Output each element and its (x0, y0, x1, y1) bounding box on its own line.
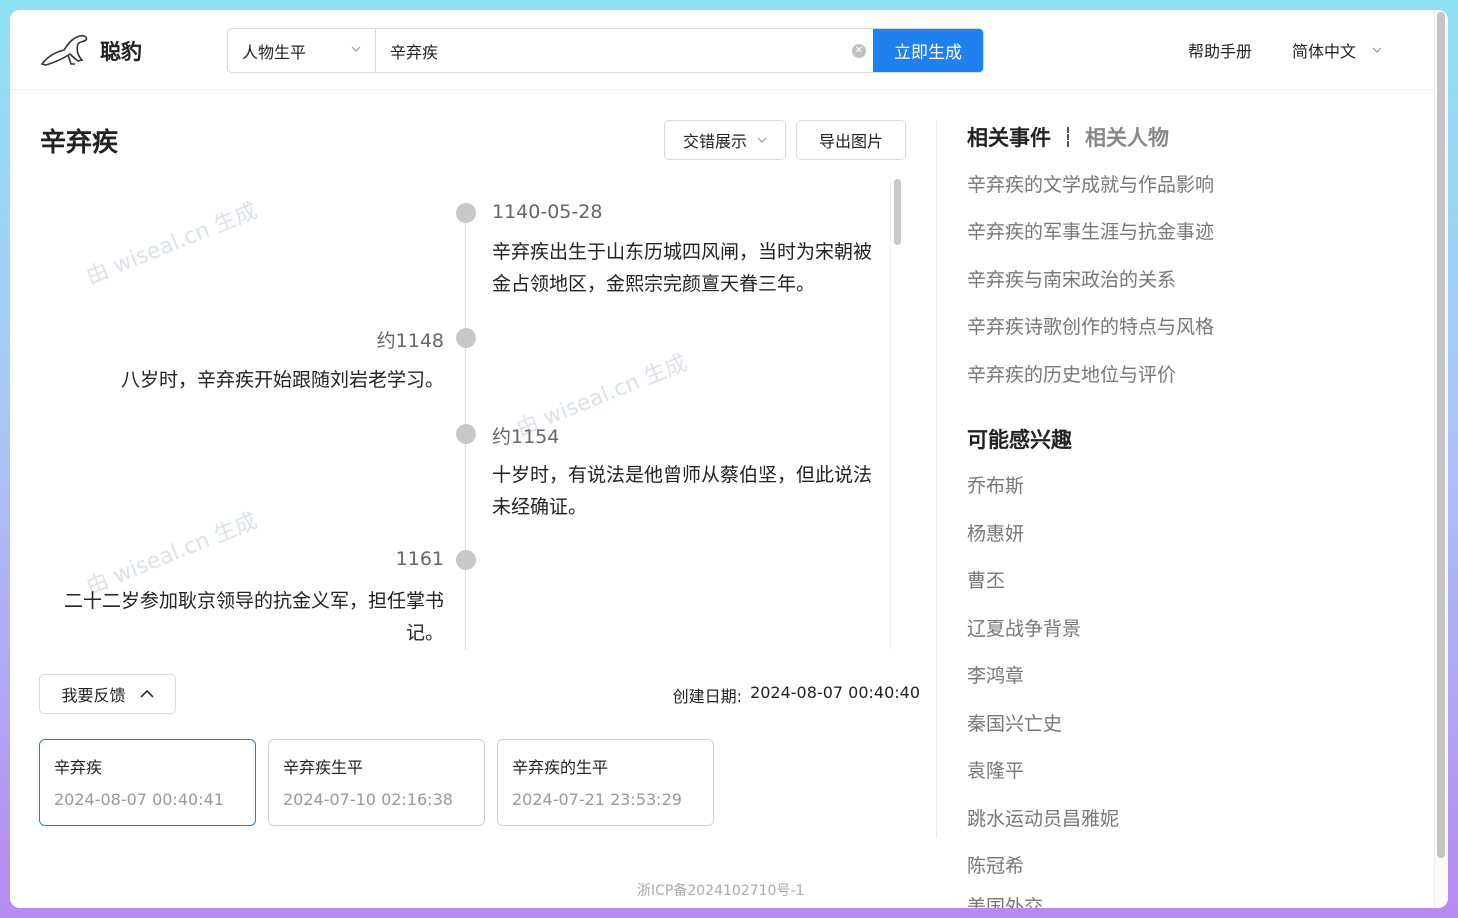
timeline: 由 wiseal.cn 生成 由 wiseal.cn 生成 由 wiseal.c… (40, 178, 906, 650)
layout-mode-select[interactable]: 交错展示 (664, 120, 786, 160)
history-card[interactable]: 辛弃疾 2024-08-07 00:40:41 (39, 739, 256, 826)
related-event-link[interactable]: 辛弃疾的军事生涯与抗金事迹 (967, 217, 1214, 244)
page-title: 辛弃疾 (40, 128, 119, 158)
timeline-text: 八岁时，辛弃疾开始跟随刘岩老学习。 (120, 369, 444, 391)
feedback-button[interactable]: 我要反馈 (39, 674, 176, 714)
created-label: 创建日期: (672, 687, 743, 706)
history-title: 辛弃疾生平 (283, 758, 364, 777)
app-window: 聪豹 人物生平 ✕ 立即生成 帮助手册 简体中文 辛弃疾 交错展示 导出图片 由… (10, 10, 1448, 908)
interest-link[interactable]: 秦国兴亡史 (967, 709, 1062, 736)
history-card[interactable]: 辛弃疾的生平 2024-07-21 23:53:29 (497, 739, 714, 826)
tab-separator (1067, 127, 1069, 147)
history-time: 2024-07-21 23:53:29 (512, 790, 682, 809)
timeline-text: 辛弃疾出生于山东历城四风闸，当时为宋朝被金占领地区，金熙宗完颜亶天眷三年。 (492, 241, 873, 295)
history-card[interactable]: 辛弃疾生平 2024-07-10 02:16:38 (268, 739, 485, 826)
interest-link[interactable]: 陈冠希 (967, 851, 1024, 878)
timeline-dot (456, 424, 476, 444)
created-value: 2024-08-07 00:40:40 (750, 683, 920, 702)
interest-heading: 可能感兴趣 (967, 428, 1072, 452)
history-title: 辛弃疾的生平 (512, 758, 609, 777)
tab-related-people[interactable]: 相关人物 (1085, 122, 1169, 152)
timeline-scrollbar[interactable] (890, 176, 904, 650)
chevron-down-icon (1372, 47, 1382, 53)
timeline-scroll-thumb[interactable] (894, 179, 901, 245)
interest-link[interactable]: 跳水运动员昌雅妮 (967, 804, 1119, 831)
language-value: 简体中文 (1292, 42, 1357, 61)
generate-button[interactable]: 立即生成 (873, 29, 983, 72)
chevron-down-icon (351, 46, 361, 52)
clear-search-button[interactable]: ✕ (845, 29, 873, 72)
timeline-date: 约1148 (376, 330, 444, 352)
logo[interactable]: 聪豹 (38, 30, 142, 72)
interest-link[interactable]: 杨惠妍 (967, 519, 1024, 546)
timeline-dot (456, 550, 476, 570)
timeline-dot (456, 328, 476, 348)
app-name: 聪豹 (100, 40, 142, 64)
related-event-link[interactable]: 辛弃疾的文学成就与作品影响 (967, 170, 1214, 197)
interest-link[interactable]: 辽夏战争背景 (967, 614, 1081, 641)
timeline-date: 约1154 (492, 426, 560, 448)
close-icon: ✕ (852, 43, 866, 58)
tab-related-events[interactable]: 相关事件 (967, 122, 1051, 152)
created-date: 创建日期: 2024-08-07 00:40:40 (673, 683, 920, 707)
timeline-dot (456, 203, 476, 223)
chevron-up-icon (139, 689, 154, 698)
language-select[interactable]: 简体中文 (1292, 38, 1382, 62)
panel-divider (936, 120, 937, 838)
help-link[interactable]: 帮助手册 (1188, 38, 1252, 62)
history-title: 辛弃疾 (54, 758, 103, 777)
chevron-down-icon (757, 137, 767, 143)
interest-link[interactable]: 曹丕 (967, 566, 1005, 593)
interest-link[interactable]: 美国外交 (967, 893, 1043, 908)
search-bar: 人物生平 ✕ 立即生成 (227, 28, 984, 73)
type-select-value: 人物生平 (242, 42, 307, 62)
related-tabs: 相关事件 相关人物 (967, 122, 1169, 152)
type-select[interactable]: 人物生平 (228, 29, 376, 72)
timeline-text: 十岁时，有说法是他曾师从蔡伯坚，但此说法未经确证。 (492, 464, 873, 518)
icp-footer[interactable]: 浙ICP备2024102710号-1 (637, 880, 804, 900)
related-event-link[interactable]: 辛弃疾诗歌创作的特点与风格 (967, 312, 1214, 339)
related-event-link[interactable]: 辛弃疾与南宋政治的关系 (967, 265, 1176, 292)
feedback-label: 我要反馈 (61, 686, 126, 705)
interest-link[interactable]: 乔布斯 (967, 471, 1024, 498)
layout-mode-value: 交错展示 (682, 132, 747, 151)
search-input[interactable] (376, 29, 845, 72)
history-time: 2024-07-10 02:16:38 (283, 790, 453, 809)
interest-link[interactable]: 袁隆平 (967, 756, 1024, 783)
related-event-link[interactable]: 辛弃疾的历史地位与评价 (967, 360, 1176, 387)
timeline-date: 1161 (395, 548, 444, 570)
timeline-date: 1140-05-28 (492, 201, 603, 223)
seal-logo-icon (38, 30, 92, 72)
export-image-button[interactable]: 导出图片 (796, 120, 906, 160)
history-time: 2024-08-07 00:40:41 (54, 790, 224, 809)
timeline-text: 二十二岁参加耿京领导的抗金义军，担任掌书记。 (63, 590, 444, 644)
watermark: 由 wiseal.cn 生成 (82, 198, 261, 290)
page-scroll-thumb[interactable] (1437, 12, 1445, 858)
interest-link[interactable]: 李鸿章 (967, 661, 1024, 688)
header: 聪豹 人物生平 ✕ 立即生成 帮助手册 简体中文 (10, 10, 1434, 90)
